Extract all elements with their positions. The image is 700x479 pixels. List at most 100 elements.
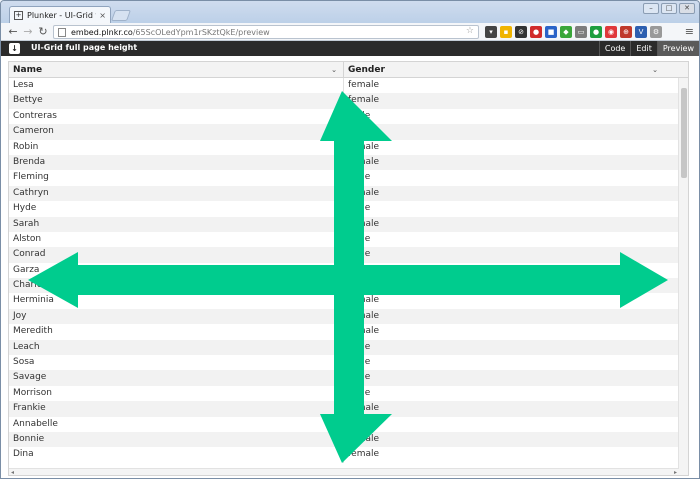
column-header-name[interactable]: Name ⌄ xyxy=(9,62,344,78)
edit-button[interactable]: Edit xyxy=(630,41,657,56)
table-row[interactable]: Garza male xyxy=(9,262,679,279)
cell-gender[interactable]: male xyxy=(344,263,664,278)
table-row[interactable]: Sarah female xyxy=(9,216,679,232)
cell-gender[interactable]: female xyxy=(344,217,664,232)
table-row[interactable]: Bettye female xyxy=(9,93,679,109)
cell-gender[interactable]: female xyxy=(344,140,664,155)
reload-icon[interactable]: ↻ xyxy=(37,26,49,38)
cell-name[interactable]: Brenda xyxy=(9,154,344,171)
cell-name[interactable]: Sarah xyxy=(9,216,344,232)
cell-name[interactable]: Savage xyxy=(9,370,344,386)
cell-gender[interactable]: male xyxy=(344,232,664,247)
table-row[interactable]: Alston male xyxy=(9,231,679,248)
chevron-down-icon[interactable]: ⌄ xyxy=(652,62,658,78)
cell-name[interactable]: Fleming xyxy=(9,170,344,186)
cell-gender[interactable]: male xyxy=(344,340,664,355)
tab-close-icon[interactable]: × xyxy=(99,11,106,20)
cell-gender[interactable]: male xyxy=(344,109,664,124)
table-row[interactable]: Herminia female xyxy=(9,293,679,309)
location-extension-icon[interactable]: ● xyxy=(590,26,602,38)
cell-gender[interactable]: male xyxy=(344,201,664,216)
browser-menu-icon[interactable]: ≡ xyxy=(685,25,694,38)
table-row[interactable]: Robin female xyxy=(9,139,679,155)
cell-gender[interactable]: female xyxy=(344,309,664,324)
cell-gender[interactable]: male xyxy=(344,386,664,401)
cell-name[interactable]: Herminia xyxy=(9,293,344,309)
cell-name[interactable]: Contreras xyxy=(9,108,344,125)
cell-gender[interactable]: female xyxy=(344,155,664,170)
bookmark-star-icon[interactable]: ☆ xyxy=(466,26,474,36)
cell-gender[interactable]: female xyxy=(344,401,664,416)
cell-gender[interactable]: female xyxy=(344,447,664,462)
settings-extension-icon[interactable]: ⚙ xyxy=(650,26,662,38)
table-row[interactable]: Frankie female xyxy=(9,401,679,417)
table-row[interactable]: Conrad male xyxy=(9,247,679,263)
cell-name[interactable]: Conrad xyxy=(9,247,344,263)
cell-name[interactable]: Frankie xyxy=(9,401,344,417)
scroll-left-icon[interactable]: ◂ xyxy=(11,469,14,475)
chevron-down-icon[interactable]: ⌄ xyxy=(331,62,337,78)
table-row[interactable]: Meredith female xyxy=(9,324,679,340)
download-icon[interactable]: ↓ xyxy=(9,43,20,54)
cell-gender[interactable]: male xyxy=(344,247,664,262)
table-row[interactable]: Sosa male xyxy=(9,355,679,371)
tiles-extension-icon[interactable]: ■ xyxy=(545,26,557,38)
cell-gender[interactable]: male xyxy=(344,170,664,185)
table-row[interactable]: Bonnie female xyxy=(9,431,679,448)
cell-gender[interactable]: male xyxy=(344,355,664,370)
record-extension-icon[interactable]: ◉ xyxy=(605,26,617,38)
table-row[interactable]: Leach male xyxy=(9,339,679,356)
cell-name[interactable]: Charles xyxy=(9,278,344,294)
scroll-right-icon[interactable]: ▸ xyxy=(674,469,677,475)
cell-name[interactable]: Cathryn xyxy=(9,185,344,202)
close-window-button[interactable]: ✕ xyxy=(679,3,695,14)
cell-gender[interactable]: female xyxy=(344,93,664,108)
notes-extension-icon[interactable]: ▪ xyxy=(500,26,512,38)
table-row[interactable]: Joy female xyxy=(9,308,679,325)
maximize-button[interactable]: □ xyxy=(661,3,677,14)
cell-name[interactable]: Leach xyxy=(9,339,344,356)
pocket-extension-icon[interactable]: ▾ xyxy=(485,26,497,38)
scrollbar-thumb[interactable] xyxy=(681,88,687,178)
screen-extension-icon[interactable]: ▭ xyxy=(575,26,587,38)
address-bar[interactable]: embed.plnkr.co/65ScOLedYpm1rSKztQkE/prev… xyxy=(53,25,479,39)
cell-gender[interactable]: male xyxy=(344,278,664,293)
cell-gender[interactable]: female xyxy=(344,78,664,93)
target-extension-icon[interactable]: ⊕ xyxy=(620,26,632,38)
table-row[interactable]: Cameron male xyxy=(9,124,679,140)
vertical-scrollbar[interactable] xyxy=(678,78,688,475)
cell-name[interactable]: Garza xyxy=(9,262,344,279)
cell-name[interactable]: Hyde xyxy=(9,201,344,217)
table-row[interactable]: Dina female xyxy=(9,447,679,463)
browser-tab[interactable]: + Plunker - UI-Grid full page × xyxy=(9,6,111,23)
cell-name[interactable]: Robin xyxy=(9,139,344,155)
table-row[interactable]: Hyde male xyxy=(9,201,679,217)
cell-gender[interactable]: female xyxy=(344,293,664,308)
diamond-extension-icon[interactable]: ◆ xyxy=(560,26,572,38)
cell-gender[interactable]: male xyxy=(344,124,664,139)
table-row[interactable]: Charles male xyxy=(9,278,679,294)
cell-name[interactable]: Lesa xyxy=(9,78,344,94)
cell-name[interactable]: Cameron xyxy=(9,124,344,140)
horizontal-scrollbar[interactable]: ◂ ▸ xyxy=(9,468,679,475)
cell-name[interactable]: Bettye xyxy=(9,93,344,109)
table-row[interactable]: Contreras male xyxy=(9,108,679,125)
code-button[interactable]: Code xyxy=(598,41,630,56)
table-row[interactable]: Cathryn female xyxy=(9,185,679,202)
cell-gender[interactable]: female xyxy=(344,417,664,432)
table-row[interactable]: Fleming male xyxy=(9,170,679,186)
back-arrow-icon[interactable]: ← xyxy=(7,26,19,38)
cell-name[interactable]: Annabelle xyxy=(9,416,344,432)
table-row[interactable]: Morrison male xyxy=(9,385,679,402)
column-header-gender[interactable]: Gender ⌄ xyxy=(344,62,664,78)
cell-name[interactable]: Joy xyxy=(9,308,344,325)
cell-name[interactable]: Sosa xyxy=(9,355,344,371)
preview-button[interactable]: Preview xyxy=(656,41,699,56)
cell-name[interactable]: Morrison xyxy=(9,385,344,402)
minimize-button[interactable]: – xyxy=(643,3,659,14)
table-row[interactable]: Brenda female xyxy=(9,154,679,171)
cell-gender[interactable]: female xyxy=(344,432,664,447)
table-row[interactable]: Lesa female xyxy=(9,78,679,94)
cell-gender[interactable]: male xyxy=(344,370,664,385)
table-row[interactable]: Annabelle female xyxy=(9,416,679,432)
